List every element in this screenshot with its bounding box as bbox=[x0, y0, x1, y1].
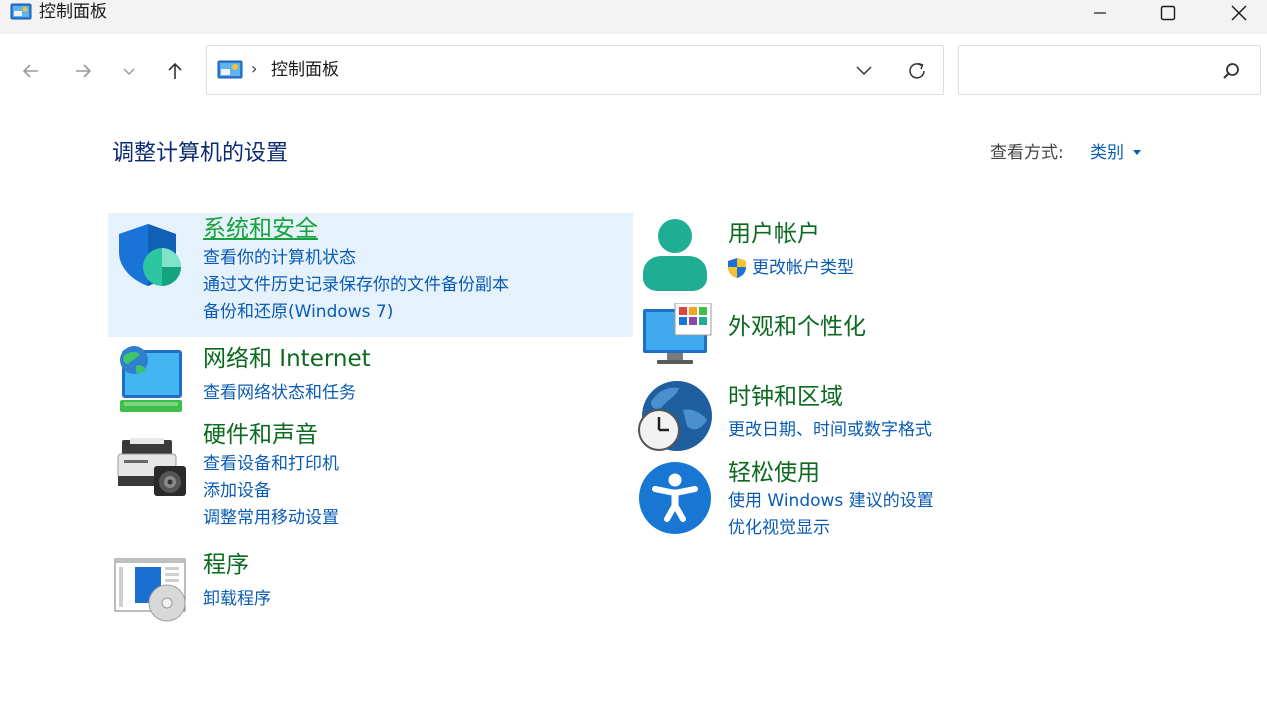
chevron-down-icon bbox=[123, 68, 135, 76]
dropdown-arrow-icon[interactable] bbox=[1133, 150, 1141, 155]
printer-icon bbox=[117, 438, 186, 496]
title-bar: 控制面板 bbox=[0, 0, 1267, 34]
link-optimize-visual-display[interactable]: 优化视觉显示 bbox=[728, 517, 830, 539]
control-panel-icon bbox=[10, 3, 32, 20]
maximize-button[interactable] bbox=[1145, 0, 1191, 26]
breadcrumb-control-panel[interactable]: 控制面板 bbox=[271, 59, 339, 81]
category-programs-title[interactable]: 程序 bbox=[203, 550, 249, 580]
clock-globe-icon bbox=[638, 381, 712, 451]
link-change-date-time-format[interactable]: 更改日期、时间或数字格式 bbox=[728, 419, 932, 441]
link-file-history-backup[interactable]: 通过文件历史记录保存你的文件备份副本 bbox=[203, 274, 509, 296]
accessibility-icon bbox=[639, 462, 711, 534]
link-backup-restore[interactable]: 备份和还原(Windows 7) bbox=[203, 301, 393, 323]
search-input[interactable] bbox=[969, 56, 1213, 86]
programs-icon bbox=[114, 558, 186, 622]
breadcrumb-separator: › bbox=[251, 59, 258, 78]
refresh-icon bbox=[909, 62, 925, 79]
view-by-label: 查看方式: bbox=[990, 143, 1064, 163]
shield-icon bbox=[119, 224, 181, 286]
link-network-status[interactable]: 查看网络状态和任务 bbox=[203, 382, 356, 404]
link-change-account-type[interactable]: 更改帐户类型 bbox=[752, 257, 854, 279]
view-by-dropdown[interactable]: 类别 bbox=[1090, 142, 1124, 164]
minimize-button[interactable] bbox=[1077, 0, 1123, 26]
link-mobility-settings[interactable]: 调整常用移动设置 bbox=[203, 507, 339, 529]
category-user-accounts-title[interactable]: 用户帐户 bbox=[728, 219, 820, 249]
close-icon bbox=[1231, 5, 1247, 21]
appearance-monitor-icon bbox=[643, 303, 712, 364]
minimize-icon bbox=[1094, 12, 1106, 14]
search-box[interactable] bbox=[958, 45, 1261, 95]
link-devices-printers[interactable]: 查看设备和打印机 bbox=[203, 453, 339, 475]
refresh-button[interactable] bbox=[905, 59, 929, 83]
arrow-right-icon bbox=[76, 64, 92, 78]
arrow-up-icon bbox=[168, 62, 182, 79]
close-button[interactable] bbox=[1216, 0, 1262, 26]
page-title: 调整计算机的设置 bbox=[112, 141, 289, 166]
address-dropdown-button[interactable] bbox=[853, 59, 875, 81]
link-add-device[interactable]: 添加设备 bbox=[203, 480, 271, 502]
up-button[interactable] bbox=[160, 56, 190, 86]
link-view-computer-status[interactable]: 查看你的计算机状态 bbox=[203, 247, 356, 269]
category-clock-region-title[interactable]: 时钟和区域 bbox=[728, 382, 843, 412]
arrow-left-icon bbox=[22, 64, 38, 78]
back-button[interactable] bbox=[16, 56, 46, 86]
category-ease-of-access-title[interactable]: 轻松使用 bbox=[728, 458, 820, 488]
link-uninstall-program[interactable]: 卸载程序 bbox=[203, 588, 271, 610]
category-appearance-title[interactable]: 外观和个性化 bbox=[728, 312, 866, 342]
user-icon bbox=[643, 219, 707, 291]
address-bar[interactable]: › 控制面板 bbox=[206, 45, 944, 95]
network-globe-icon bbox=[120, 346, 182, 412]
uac-shield-icon bbox=[728, 258, 746, 278]
window-title: 控制面板 bbox=[39, 2, 107, 22]
category-system-security-title[interactable]: 系统和安全 bbox=[203, 214, 318, 244]
link-windows-suggested-settings[interactable]: 使用 Windows 建议的设置 bbox=[728, 490, 934, 512]
chevron-down-icon bbox=[856, 66, 872, 76]
category-network-title[interactable]: 网络和 Internet bbox=[203, 344, 371, 374]
forward-button[interactable] bbox=[68, 56, 98, 86]
maximize-icon bbox=[1160, 5, 1176, 21]
recent-locations-button[interactable] bbox=[114, 56, 144, 86]
search-icon[interactable] bbox=[1221, 61, 1241, 81]
category-hardware-title[interactable]: 硬件和声音 bbox=[203, 420, 318, 450]
control-panel-icon bbox=[217, 60, 243, 79]
